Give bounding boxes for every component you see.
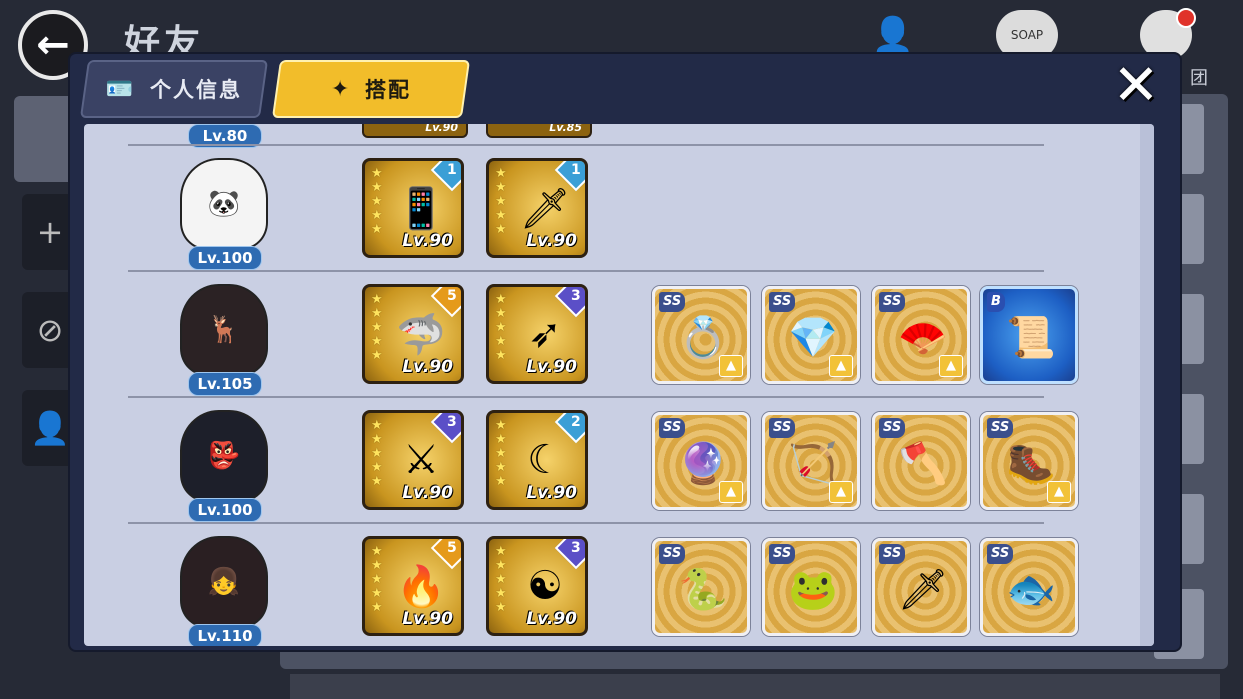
scroll-icon: 📜 bbox=[1006, 314, 1056, 361]
weapon-slot[interactable]: ★ ★ ★ ★ ★ 🦈 Lv.90 5 bbox=[362, 284, 464, 384]
snake-ring-icon: 🐍 bbox=[678, 566, 728, 613]
weapon-level: Lv.90 bbox=[402, 231, 453, 251]
gear-slot[interactable]: SS 🐸 bbox=[762, 538, 860, 636]
weapon-slot[interactable]: ★ ★ ★ ★ ★ 🔥 Lv.90 5 bbox=[362, 536, 464, 636]
tab-loadout[interactable]: ✦ 搭配 bbox=[271, 60, 471, 118]
tab-personal-info[interactable]: 🪪 个人信息 bbox=[79, 60, 269, 118]
weapon-level: Lv.90 bbox=[425, 124, 458, 134]
ninja-avatar-bun-girl[interactable]: 👧 bbox=[180, 536, 268, 628]
weapon-slot[interactable]: ★ ★ ★ ★ ★ ☯ Lv.90 3 bbox=[486, 536, 588, 636]
frog-scroll-icon: 🐸 bbox=[788, 566, 838, 613]
shuriken-icon: ✦ bbox=[330, 76, 352, 102]
gear-slot[interactable]: SS 🐍 bbox=[652, 538, 750, 636]
gear-corner-icon: ▲ bbox=[829, 481, 853, 503]
weapon-slot[interactable]: ★ ★ ★ ★ ★ 🗡 Lv.90 1 bbox=[486, 158, 588, 258]
weapon-level: Lv.85 bbox=[549, 124, 582, 134]
weapon-slot-partial[interactable]: Lv.90 bbox=[362, 124, 468, 138]
row-divider bbox=[128, 522, 1044, 524]
weapon-level: Lv.90 bbox=[526, 231, 577, 251]
close-button[interactable]: ✕ bbox=[1106, 56, 1166, 116]
notification-dot bbox=[1176, 8, 1196, 28]
gear-slot[interactable]: SS 🐟 bbox=[980, 538, 1078, 636]
weapon-level: Lv.90 bbox=[402, 483, 453, 503]
weapon-level: Lv.90 bbox=[526, 609, 577, 629]
row-divider bbox=[128, 144, 1044, 146]
weapon-slot[interactable]: ★ ★ ★ ★ ★ ☾ Lv.90 2 bbox=[486, 410, 588, 510]
weapon-level: Lv.90 bbox=[402, 609, 453, 629]
gear-corner-icon: ▲ bbox=[719, 355, 743, 377]
star-rating: ★ ★ ★ ★ ★ bbox=[495, 544, 507, 615]
level-badge: Lv.105 bbox=[188, 372, 262, 396]
soap-icon[interactable]: SOAP bbox=[996, 10, 1058, 60]
gear-slot[interactable]: SS 🏹 ▲ bbox=[762, 412, 860, 510]
weapon-level: Lv.90 bbox=[526, 483, 577, 503]
gear-slot[interactable]: B 📜 bbox=[980, 286, 1078, 384]
weapon-level: Lv.90 bbox=[526, 357, 577, 377]
level-badge: Lv.100 bbox=[188, 246, 262, 270]
gear-slot[interactable]: SS 🥾 ▲ bbox=[980, 412, 1078, 510]
star-rating: ★ ★ ★ ★ ★ bbox=[371, 292, 383, 363]
gear-slot[interactable]: SS 🔮 ▲ bbox=[652, 412, 750, 510]
weapon-slot-partial[interactable]: Lv.85 bbox=[486, 124, 592, 138]
add-friend-icon[interactable]: 👤 bbox=[862, 10, 924, 60]
back-arrow-icon: ← bbox=[36, 22, 70, 68]
star-rating: ★ ★ ★ ★ ★ bbox=[495, 166, 507, 237]
tab-label: 搭配 bbox=[365, 78, 412, 102]
double-axe-icon: 🪓 bbox=[898, 440, 948, 487]
frog-dagger-icon: 🗡 bbox=[897, 566, 949, 613]
team-label: 团 bbox=[1190, 68, 1208, 89]
tab-label: 个人信息 bbox=[149, 78, 242, 102]
gear-slot[interactable]: SS 🪓 bbox=[872, 412, 970, 510]
panel-scrollbar[interactable] bbox=[1140, 124, 1154, 646]
star-rating: ★ ★ ★ ★ ★ bbox=[371, 166, 383, 237]
loadout-panel[interactable]: Lv.80 Lv.90 Lv.85 🐼 Lv.100 ★ ★ ★ ★ ★ 📱 Lv.90… bbox=[84, 124, 1154, 646]
gear-corner-icon: ▲ bbox=[939, 355, 963, 377]
profile-card-icon: 🪪 bbox=[106, 76, 136, 102]
gear-corner-icon: ▲ bbox=[829, 355, 853, 377]
ninja-avatar-panda[interactable]: 🐼 bbox=[180, 158, 268, 250]
close-x-icon: ✕ bbox=[1112, 53, 1160, 118]
background-bottom-strip bbox=[290, 674, 1220, 699]
level-badge: Lv.100 bbox=[188, 498, 262, 522]
gear-slot[interactable]: SS 💎 ▲ bbox=[762, 286, 860, 384]
row-divider bbox=[128, 396, 1044, 398]
gear-corner-icon: ▲ bbox=[719, 481, 743, 503]
row-divider bbox=[128, 270, 1044, 272]
gear-slot[interactable]: SS 🗡 bbox=[872, 538, 970, 636]
ninja-avatar-masked[interactable]: 👺 bbox=[180, 410, 268, 502]
frog-orb-icon: 🐟 bbox=[1006, 566, 1056, 613]
gear-corner-icon: ▲ bbox=[1047, 481, 1071, 503]
equipment-modal: 🪪 个人信息 ✦ 搭配 ✕ Lv.80 Lv.90 Lv.85 🐼 Lv.100… bbox=[70, 54, 1180, 650]
gear-slot[interactable]: SS 🪭 ▲ bbox=[872, 286, 970, 384]
weapon-level: Lv.90 bbox=[402, 357, 453, 377]
weapon-slot[interactable]: ★ ★ ★ ★ ★ ⚔ Lv.90 3 bbox=[362, 410, 464, 510]
star-rating: ★ ★ ★ ★ ★ bbox=[495, 292, 507, 363]
level-badge: Lv.110 bbox=[188, 624, 262, 646]
gear-slot[interactable]: SS 💍 ▲ bbox=[652, 286, 750, 384]
ninja-avatar-deer-girl[interactable]: 🦌 bbox=[180, 284, 268, 376]
star-rating: ★ ★ ★ ★ ★ bbox=[371, 418, 383, 489]
star-rating: ★ ★ ★ ★ ★ bbox=[371, 544, 383, 615]
weapon-slot[interactable]: ★ ★ ★ ★ ★ ➶ Lv.90 3 bbox=[486, 284, 588, 384]
weapon-slot[interactable]: ★ ★ ★ ★ ★ 📱 Lv.90 1 bbox=[362, 158, 464, 258]
star-rating: ★ ★ ★ ★ ★ bbox=[495, 418, 507, 489]
